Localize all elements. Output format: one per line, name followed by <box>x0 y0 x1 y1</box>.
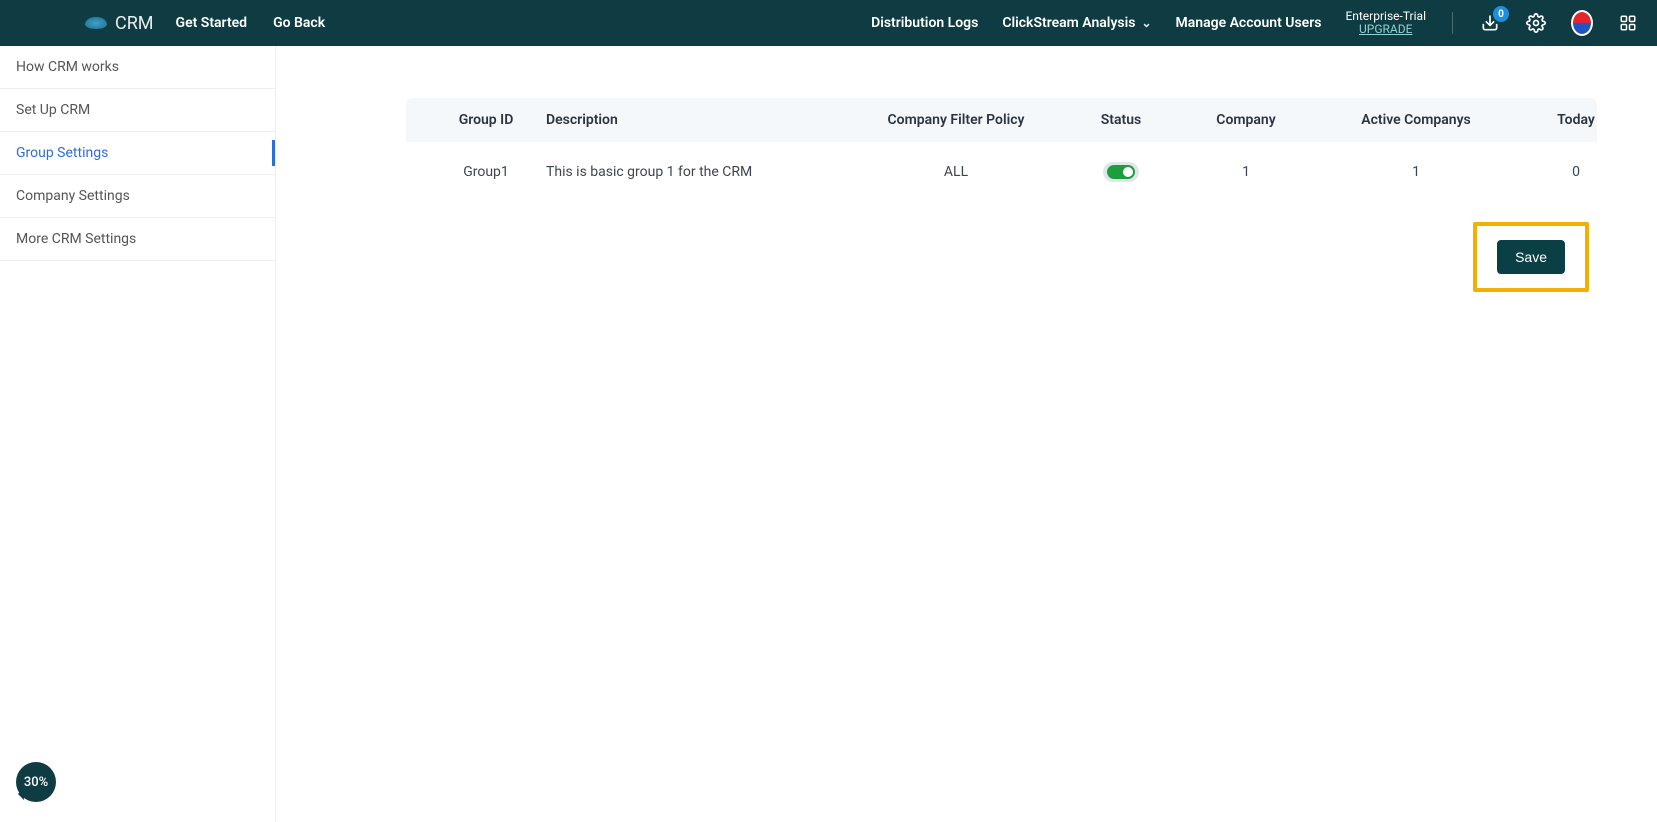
row-settings-button[interactable] <box>1636 160 1657 184</box>
top-right-nav: Distribution Logs ClickStream Analysis ⌄… <box>871 10 1639 36</box>
cell-group-id: Group1 <box>426 164 546 180</box>
top-nav: CRM Get Started Go Back Distribution Log… <box>0 0 1657 46</box>
cell-active-companys: 1 <box>1316 164 1516 180</box>
sidebar-item-set-up-crm[interactable]: Set Up CRM <box>0 89 275 132</box>
progress-value: 30% <box>24 775 48 790</box>
col-today: Today <box>1516 112 1636 128</box>
nav-manage-account-users[interactable]: Manage Account Users <box>1176 15 1322 31</box>
cell-company: 1 <box>1176 164 1316 180</box>
sidebar-item-how-crm-works[interactable]: How CRM works <box>0 46 275 89</box>
save-highlight-box: Save <box>1473 222 1589 292</box>
settings-gear-icon[interactable] <box>1525 12 1547 34</box>
inbox-badge: 0 <box>1493 6 1509 22</box>
cell-description: This is basic group 1 for the CRM <box>546 164 846 180</box>
col-filter-policy: Company Filter Policy <box>846 112 1066 128</box>
cell-today: 0 <box>1516 164 1636 180</box>
main-content: Group ID Description Company Filter Poli… <box>276 46 1657 822</box>
sidebar-item-label: How CRM works <box>16 59 119 75</box>
apps-grid-icon[interactable] <box>1617 12 1639 34</box>
table-row: Group1 This is basic group 1 for the CRM… <box>406 142 1597 202</box>
upgrade-link[interactable]: UPGRADE <box>1359 23 1412 36</box>
toggle-on-icon <box>1107 165 1135 179</box>
inbox-icon[interactable]: 0 <box>1479 12 1501 34</box>
nav-clickstream-analysis[interactable]: ClickStream Analysis ⌄ <box>1002 15 1151 31</box>
col-group-id: Group ID <box>426 112 546 128</box>
nav-go-back[interactable]: Go Back <box>273 15 325 31</box>
plan-info: Enterprise-Trial UPGRADE <box>1345 10 1426 36</box>
nav-distribution-logs[interactable]: Distribution Logs <box>871 15 978 31</box>
avatar[interactable] <box>1571 12 1593 34</box>
brand[interactable]: CRM <box>85 13 154 34</box>
nav-clickstream-label: ClickStream Analysis <box>1002 15 1135 31</box>
sidebar: How CRM works Set Up CRM Group Settings … <box>0 46 276 822</box>
sidebar-item-label: Group Settings <box>16 145 108 161</box>
separator <box>1452 12 1453 34</box>
groups-table: Group ID Description Company Filter Poli… <box>406 98 1597 202</box>
sidebar-item-group-settings[interactable]: Group Settings <box>0 132 275 175</box>
sidebar-item-label: Company Settings <box>16 188 130 204</box>
sidebar-item-label: More CRM Settings <box>16 231 136 247</box>
status-toggle[interactable] <box>1103 162 1139 182</box>
sidebar-item-more-crm-settings[interactable]: More CRM Settings <box>0 218 275 261</box>
nav-get-started[interactable]: Get Started <box>176 15 248 31</box>
col-active-companys: Active Companys <box>1316 112 1516 128</box>
brand-logo-icon <box>85 17 107 29</box>
avatar-icon <box>1571 10 1593 36</box>
table-header-row: Group ID Description Company Filter Poli… <box>406 98 1597 142</box>
chevron-down-icon: ⌄ <box>1141 16 1151 30</box>
col-description: Description <box>546 112 846 128</box>
progress-bubble[interactable]: 30% <box>16 762 56 802</box>
brand-text: CRM <box>115 13 154 34</box>
col-company: Company <box>1176 112 1316 128</box>
cell-filter-policy: ALL <box>846 164 1066 180</box>
sidebar-item-company-settings[interactable]: Company Settings <box>0 175 275 218</box>
col-status: Status <box>1066 112 1176 128</box>
save-button[interactable]: Save <box>1497 240 1565 274</box>
sidebar-item-label: Set Up CRM <box>16 102 90 118</box>
